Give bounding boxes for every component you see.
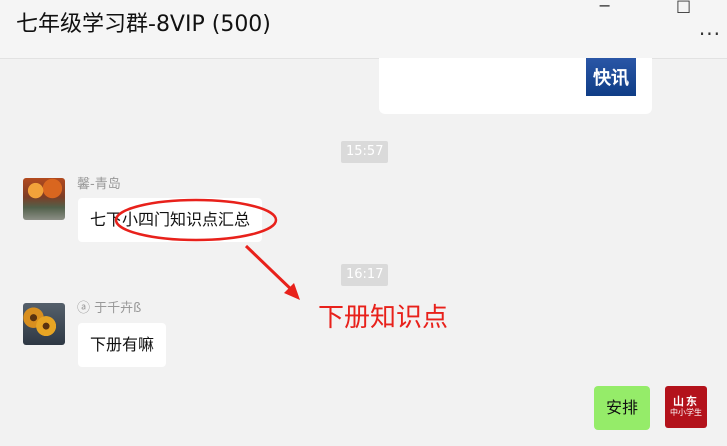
annotation-overlay — [114, 198, 300, 300]
annotation-label: 下册知识点 — [318, 303, 449, 333]
highlight-ellipse — [114, 198, 278, 242]
arrow-shaft — [244, 244, 298, 296]
